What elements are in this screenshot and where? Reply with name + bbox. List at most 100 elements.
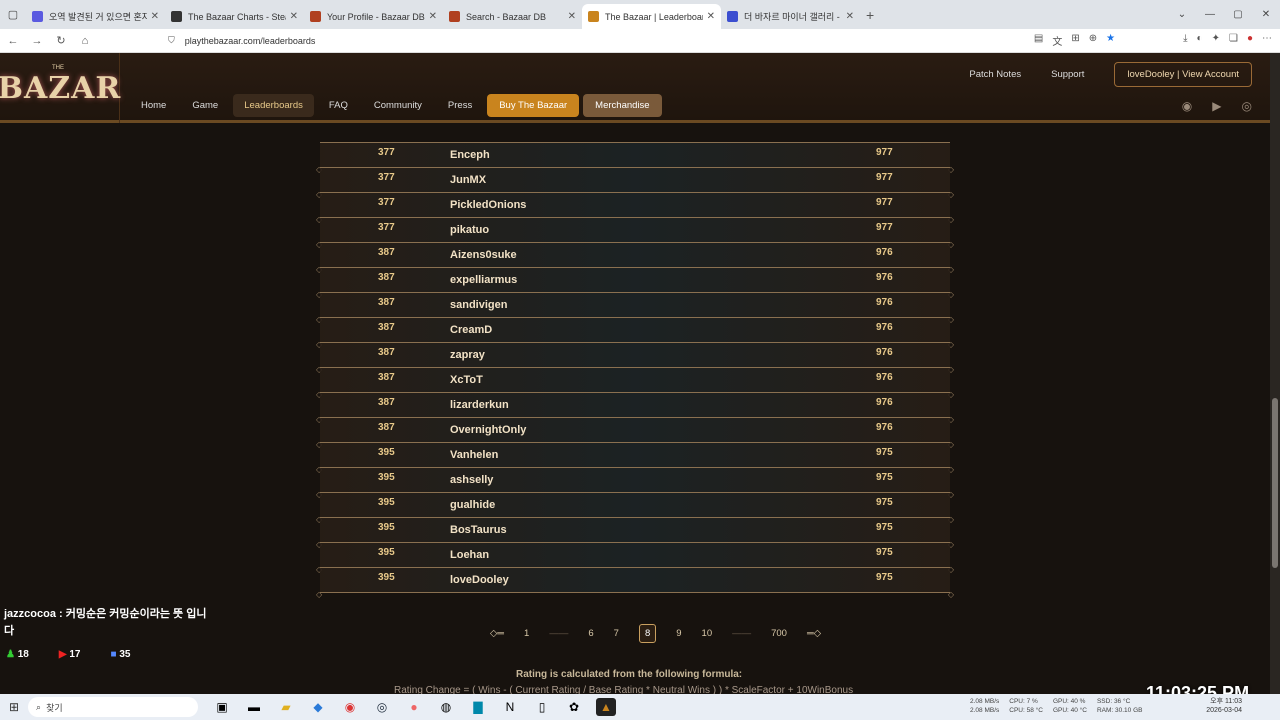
scrollbar[interactable] (1270, 53, 1280, 720)
reload-icon[interactable]: ↻ (50, 34, 72, 47)
player-name[interactable]: loveDooley (450, 574, 509, 586)
player-name[interactable]: JunMX (450, 174, 486, 186)
obs-icon[interactable]: ◍ (436, 698, 456, 716)
browser-tab[interactable]: Search - Bazaar DB ✕ (443, 4, 582, 29)
browser-tab[interactable]: 오역 발견된 거 있으면 혼자인 ✕ (26, 4, 165, 29)
player-name[interactable]: lizarderkun (450, 399, 509, 411)
tab-close-icon[interactable]: ✕ (429, 11, 437, 22)
buy-button[interactable]: Buy The Bazaar (487, 94, 580, 117)
apps-icon[interactable]: ⊞ (1071, 33, 1079, 48)
puzzle-icon[interactable]: ✦ (1212, 33, 1220, 48)
terminal-icon[interactable]: ▬ (244, 698, 264, 716)
firefox-icon[interactable]: ● (404, 698, 424, 716)
browser-tab[interactable]: The Bazaar | Leaderboards ✕ (582, 4, 721, 29)
website: THE BAZAR Home Game Leaderboards FAQ Com… (0, 53, 1280, 720)
browser-tab[interactable]: Your Profile - Bazaar DB ✕ (304, 4, 443, 29)
tab-search-icon[interactable]: ⌄ (1168, 9, 1196, 20)
patch-notes-link[interactable]: Patch Notes (969, 69, 1021, 80)
new-tab-button[interactable]: + (866, 7, 874, 23)
page-last[interactable]: 700 (771, 628, 787, 639)
nav-faq[interactable]: FAQ (318, 94, 359, 117)
app-icon[interactable]: ▇ (468, 698, 488, 716)
player-name[interactable]: gualhide (450, 499, 495, 511)
player-name[interactable]: Loehan (450, 549, 489, 561)
player-name[interactable]: sandivigen (450, 299, 507, 311)
tool-icon[interactable]: ✿ (564, 698, 584, 716)
tab-close-icon[interactable]: ✕ (846, 11, 854, 22)
download-icon[interactable]: ⤓ (1183, 33, 1187, 48)
site-info-icon[interactable]: ⛉ (168, 35, 175, 46)
menu-icon[interactable]: ⋯ (1262, 33, 1272, 48)
player-name[interactable]: OvernightOnly (450, 424, 526, 436)
player-name[interactable]: Vanhelen (450, 449, 498, 461)
player-name[interactable]: PickledOnions (450, 199, 526, 211)
player-name[interactable]: ashselly (450, 474, 493, 486)
minimize-button[interactable]: — (1196, 9, 1224, 20)
player-name[interactable]: XcToT (450, 374, 483, 386)
back-icon[interactable]: ← (2, 35, 24, 47)
page-7[interactable]: 7 (614, 628, 619, 639)
tab-close-icon[interactable]: ✕ (290, 11, 298, 22)
translate-icon[interactable]: 文 (1052, 33, 1062, 48)
merchandise-button[interactable]: Merchandise (583, 94, 662, 117)
player-name[interactable]: pikatuo (450, 224, 489, 236)
tab-favicon-icon (171, 11, 182, 22)
profile-icon[interactable]: ● (1247, 33, 1253, 48)
page-current[interactable]: 8 (638, 624, 657, 643)
browser-tab[interactable]: The Bazaar Charts - SteamDB ✕ (165, 4, 304, 29)
nav-leaderboards[interactable]: Leaderboards (233, 94, 314, 117)
youtube-icon[interactable]: ▶ (1212, 99, 1221, 113)
next-page-icon[interactable]: ═◇ (807, 628, 821, 639)
collections-icon[interactable]: ❏ (1229, 33, 1238, 48)
taskbar-clock[interactable]: 오후 11:03 2026-03-04 (1206, 697, 1242, 715)
player-name[interactable]: CreamD (450, 324, 492, 336)
prev-page-icon[interactable]: ◇═ (490, 628, 504, 639)
player-name[interactable]: expelliarmus (450, 274, 517, 286)
rating-cell: 976 (876, 272, 893, 283)
steam-icon[interactable]: ◎ (372, 698, 392, 716)
forward-icon[interactable]: → (26, 35, 48, 47)
page-1[interactable]: 1 (524, 628, 529, 639)
tab-close-icon[interactable]: ✕ (568, 11, 576, 22)
nav-press[interactable]: Press (437, 94, 483, 117)
tab-close-icon[interactable]: ✕ (707, 11, 715, 22)
page-9[interactable]: 9 (676, 628, 681, 639)
favorite-star-icon[interactable]: ★ (1106, 33, 1115, 48)
page-10[interactable]: 10 (702, 628, 713, 639)
player-name[interactable]: Aizens0suke (450, 249, 517, 261)
account-button[interactable]: loveDooley | View Account (1114, 62, 1252, 87)
support-link[interactable]: Support (1051, 69, 1084, 80)
nav-home[interactable]: Home (130, 94, 177, 117)
nav-community[interactable]: Community (363, 94, 433, 117)
page-6[interactable]: 6 (588, 628, 593, 639)
tab-actions-icon[interactable]: ▢ (0, 8, 26, 21)
maximize-button[interactable]: ▢ (1224, 9, 1252, 20)
tab-title: 오역 발견된 거 있으면 혼자인 (49, 12, 147, 22)
windows-start-icon[interactable]: ⊞ (0, 700, 28, 714)
vscode-icon[interactable]: ◆ (308, 698, 328, 716)
extension-icon[interactable]: ◐ (1197, 33, 1203, 48)
home-icon[interactable]: ⌂ (74, 35, 96, 47)
taskbar-search[interactable]: ⌕ 찾기 (28, 697, 198, 717)
nav-game[interactable]: Game (181, 94, 229, 117)
chrome-icon[interactable]: ◉ (340, 698, 360, 716)
folder-icon[interactable]: ▰ (276, 698, 296, 716)
player-name[interactable]: Enceph (450, 149, 490, 161)
task-view-icon[interactable]: ▣ (212, 698, 232, 716)
close-window-button[interactable]: ✕ (1252, 9, 1280, 20)
file-icon[interactable]: ▯ (532, 698, 552, 716)
browser-tab[interactable]: 더 바자르 마이너 갤러리 - 커뮤 ✕ (721, 4, 860, 29)
reader-icon[interactable]: ▤ (1034, 33, 1043, 48)
player-name[interactable]: zapray (450, 349, 485, 361)
zoom-icon[interactable]: ⊕ (1089, 33, 1097, 48)
bazaar-app-icon[interactable]: ▲ (596, 698, 616, 716)
tab-close-icon[interactable]: ✕ (151, 11, 159, 22)
bazaar-logo[interactable]: THE BAZAR (0, 53, 120, 123)
page-gap-2: —— (732, 628, 752, 639)
reddit-icon[interactable]: ◎ (1242, 99, 1252, 113)
scrollbar-thumb[interactable] (1272, 398, 1278, 568)
player-name[interactable]: BosTaurus (450, 524, 507, 536)
discord-icon[interactable]: ◉ (1182, 99, 1192, 113)
notion-icon[interactable]: N (500, 698, 520, 716)
url-field[interactable]: ⛉ playthebazaar.com/leaderboards (168, 35, 315, 46)
